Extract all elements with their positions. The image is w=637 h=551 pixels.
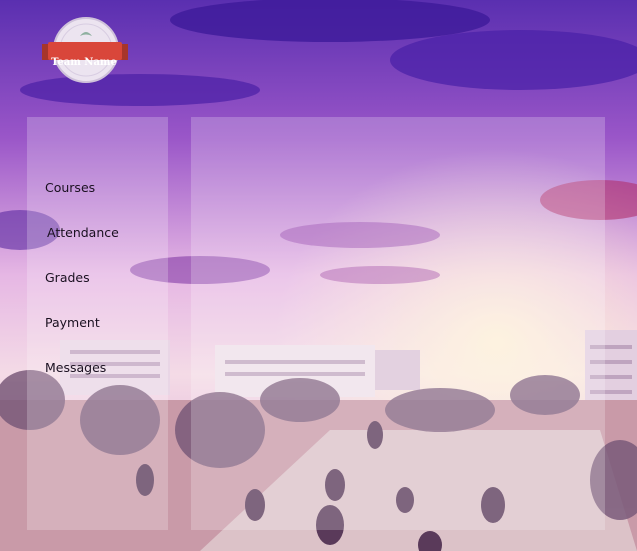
sidebar-item-attendance[interactable]: Attendance bbox=[47, 225, 119, 240]
logo-badge-icon bbox=[42, 17, 128, 83]
main-content-panel bbox=[191, 117, 605, 530]
sidebar-item-messages[interactable]: Messages bbox=[45, 360, 106, 375]
sidebar-item-payment[interactable]: Payment bbox=[45, 315, 100, 330]
sidebar-item-grades[interactable]: Grades bbox=[45, 270, 90, 285]
sidebar-item-courses[interactable]: Courses bbox=[45, 180, 95, 195]
team-logo[interactable]: Team Name bbox=[40, 14, 130, 84]
logo-text: Team Name bbox=[51, 57, 117, 68]
sidebar-nav: Courses Attendance Grades Payment Messag… bbox=[27, 117, 168, 530]
